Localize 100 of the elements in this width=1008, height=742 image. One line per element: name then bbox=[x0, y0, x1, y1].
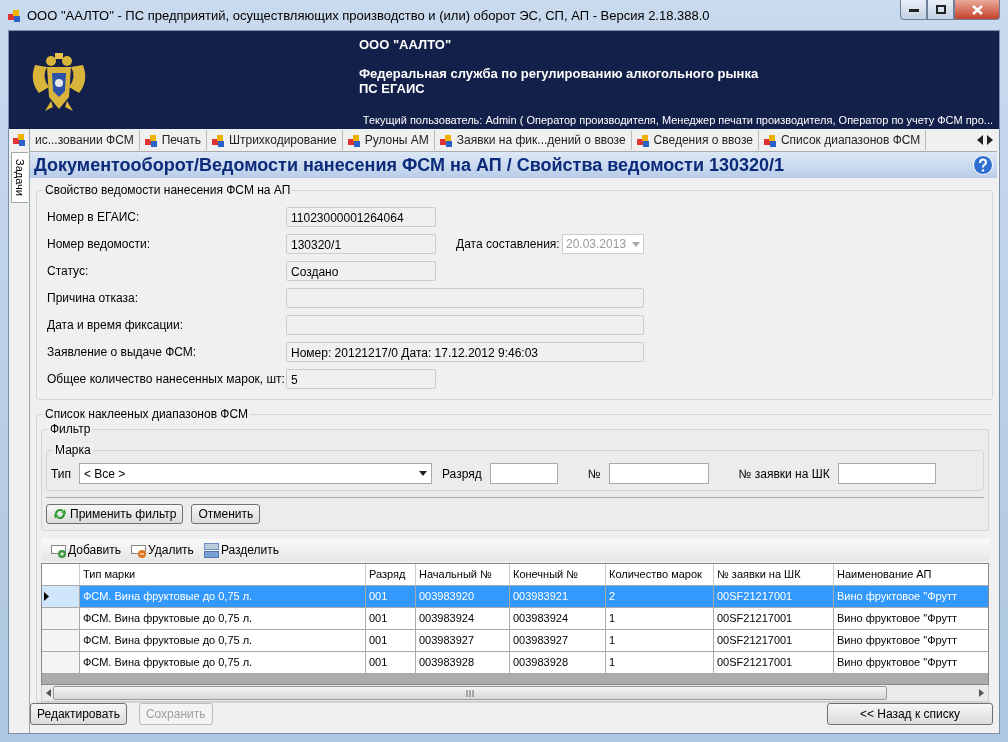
blocks-icon bbox=[763, 133, 777, 147]
table-cell: 003983928 bbox=[510, 652, 606, 674]
field-label: № заявки на ШК bbox=[738, 466, 830, 481]
read-only-field: 5 bbox=[286, 369, 436, 389]
minimize-button[interactable] bbox=[900, 0, 927, 20]
table-cell: ФСМ. Вина фруктовые до 0,75 л. bbox=[80, 652, 366, 674]
field-label: Причина отказа: bbox=[46, 291, 140, 305]
window-title: ООО "ААЛТО" - ПС предприятий, осуществляющих производство и (или) оборот ЭС, СП, АП - Версия 2.18.388.0 bbox=[27, 7, 711, 23]
cancel-button[interactable]: Отменить bbox=[191, 504, 261, 524]
column-header[interactable]: Разряд bbox=[366, 564, 416, 586]
dropdown-arrow-icon bbox=[632, 241, 640, 247]
table-cell: 1 bbox=[606, 608, 714, 630]
type-dropdown[interactable]: < Все > bbox=[79, 463, 432, 484]
table-cell: 001 bbox=[366, 586, 416, 608]
row-header bbox=[42, 564, 80, 586]
table-cell: 00SF21217001 bbox=[714, 608, 834, 630]
table-cell: ФСМ. Вина фруктовые до 0,75 л. bbox=[80, 630, 366, 652]
split-icon bbox=[203, 542, 219, 558]
column-header[interactable]: Тип марки bbox=[80, 564, 366, 586]
toolbar-button[interactable]: Разделить bbox=[201, 542, 281, 558]
row-header[interactable] bbox=[42, 586, 80, 608]
add-row-icon bbox=[51, 542, 66, 558]
remove-row-icon bbox=[131, 542, 147, 558]
field-label: Заявление о выдаче ФСМ: bbox=[46, 345, 198, 359]
organization-name: ООО "ААЛТО" bbox=[359, 37, 453, 52]
input-field[interactable] bbox=[608, 463, 709, 484]
group-title: Список наклееных диапазонов ФСМ bbox=[43, 407, 250, 421]
horizontal-scrollbar[interactable] bbox=[41, 685, 989, 702]
column-header[interactable]: № заявки на ШК bbox=[714, 564, 834, 586]
read-only-field: 11023000001264064 bbox=[286, 207, 436, 227]
app-icon bbox=[8, 8, 21, 22]
group-title: Марка bbox=[53, 443, 93, 457]
scroll-left-icon[interactable] bbox=[977, 135, 983, 145]
tab[interactable]: Сведения о ввозе bbox=[631, 130, 759, 150]
current-row-icon bbox=[44, 592, 49, 601]
table-cell: 003983927 bbox=[416, 630, 510, 652]
table-cell: 003983928 bbox=[416, 652, 510, 674]
input-field[interactable] bbox=[837, 463, 936, 484]
field-label: № bbox=[587, 466, 601, 481]
blocks-icon[interactable] bbox=[12, 133, 26, 146]
table-cell: ФСМ. Вина фруктовые до 0,75 л. bbox=[80, 608, 366, 630]
back-button[interactable]: << Назад к списку bbox=[827, 703, 993, 725]
apply-filter-button[interactable]: Применить фильтр bbox=[46, 504, 184, 524]
help-icon[interactable] bbox=[973, 155, 993, 175]
blocks-icon bbox=[144, 133, 158, 147]
table-cell: Вино фруктовое "Фрутт bbox=[834, 608, 988, 630]
table-cell: Вино фруктовое "Фрутт bbox=[834, 586, 988, 608]
table-cell: 003983924 bbox=[510, 608, 606, 630]
read-only-field: 130320/1 bbox=[286, 234, 436, 254]
column-header[interactable]: Наименование АП bbox=[834, 564, 988, 586]
blocks-icon bbox=[636, 133, 650, 147]
blocks-icon bbox=[439, 133, 453, 147]
toolbar-button[interactable]: Удалить bbox=[129, 542, 196, 558]
tab[interactable]: Рулоны АМ bbox=[342, 130, 435, 150]
read-only-field: Номер: 20121217/0 Дата: 17.12.2012 9:46:03 bbox=[286, 342, 644, 362]
column-header[interactable]: Начальный № bbox=[416, 564, 510, 586]
scroll-right-icon[interactable] bbox=[987, 135, 993, 145]
service-name: Федеральная служба по регулированию алкогольного рынка bbox=[359, 66, 759, 81]
maximize-button[interactable] bbox=[927, 0, 954, 20]
read-only-field: Создано bbox=[286, 261, 436, 281]
blocks-icon bbox=[212, 133, 225, 147]
table-cell: Вино фруктовое "Фрутт bbox=[834, 630, 988, 652]
current-user: Текущий пользователь: Admin ( Оператор производителя, Менеджер печати производителя, Оператор по учету ФСМ про... bbox=[362, 114, 993, 126]
input-field[interactable] bbox=[489, 463, 558, 484]
tab[interactable]: ис...зовании ФСМ bbox=[30, 130, 140, 150]
table-cell: 2 bbox=[606, 586, 714, 608]
side-tab[interactable]: Задачи bbox=[10, 152, 28, 203]
table-cell: 003983920 bbox=[416, 586, 510, 608]
field-label: Дата составления: bbox=[456, 237, 561, 251]
form-button[interactable]: Редактировать bbox=[30, 703, 127, 725]
scroll-left-icon bbox=[46, 689, 51, 697]
minimize-icon bbox=[908, 7, 919, 12]
close-icon bbox=[971, 4, 983, 15]
scroll-right-icon bbox=[979, 689, 984, 697]
table-cell: 001 bbox=[366, 630, 416, 652]
tab[interactable]: Список диапазонов ФСМ bbox=[758, 130, 927, 150]
table-cell: 003983921 bbox=[510, 586, 606, 608]
maximize-icon bbox=[935, 5, 946, 14]
table-cell: 003983924 bbox=[416, 608, 510, 630]
table-cell: 00SF21217001 bbox=[714, 586, 834, 608]
field-label: Номер в ЕГАИС: bbox=[46, 210, 141, 224]
tab[interactable]: Печать bbox=[139, 130, 207, 150]
table-cell: Вино фруктовое "Фрутт bbox=[834, 652, 988, 674]
column-header[interactable]: Количество марок bbox=[606, 564, 714, 586]
table-cell: 00SF21217001 bbox=[714, 652, 834, 674]
dropdown-arrow-icon bbox=[419, 471, 427, 476]
table-cell: 001 bbox=[366, 652, 416, 674]
field-label: Номер ведомости: bbox=[46, 237, 152, 251]
table-cell: 001 bbox=[366, 608, 416, 630]
field-label: Статус: bbox=[46, 264, 90, 278]
page-title: Документооборот/Ведомости нанесения ФСМ на АП / Свойства ведомости 130320/1 bbox=[34, 154, 785, 176]
toolbar-button[interactable]: Добавить bbox=[49, 542, 124, 558]
tab[interactable]: Заявки на фик...дений о ввозе bbox=[434, 130, 632, 150]
tab[interactable]: Штрихкодирование bbox=[207, 130, 343, 150]
group-title: Свойство ведомости нанесения ФСМ на АП bbox=[43, 183, 293, 197]
column-header[interactable]: Конечный № bbox=[510, 564, 606, 586]
close-button[interactable] bbox=[954, 0, 1000, 20]
table-cell: 1 bbox=[606, 652, 714, 674]
table-cell: 1 bbox=[606, 630, 714, 652]
table-cell: 00SF21217001 bbox=[714, 630, 834, 652]
